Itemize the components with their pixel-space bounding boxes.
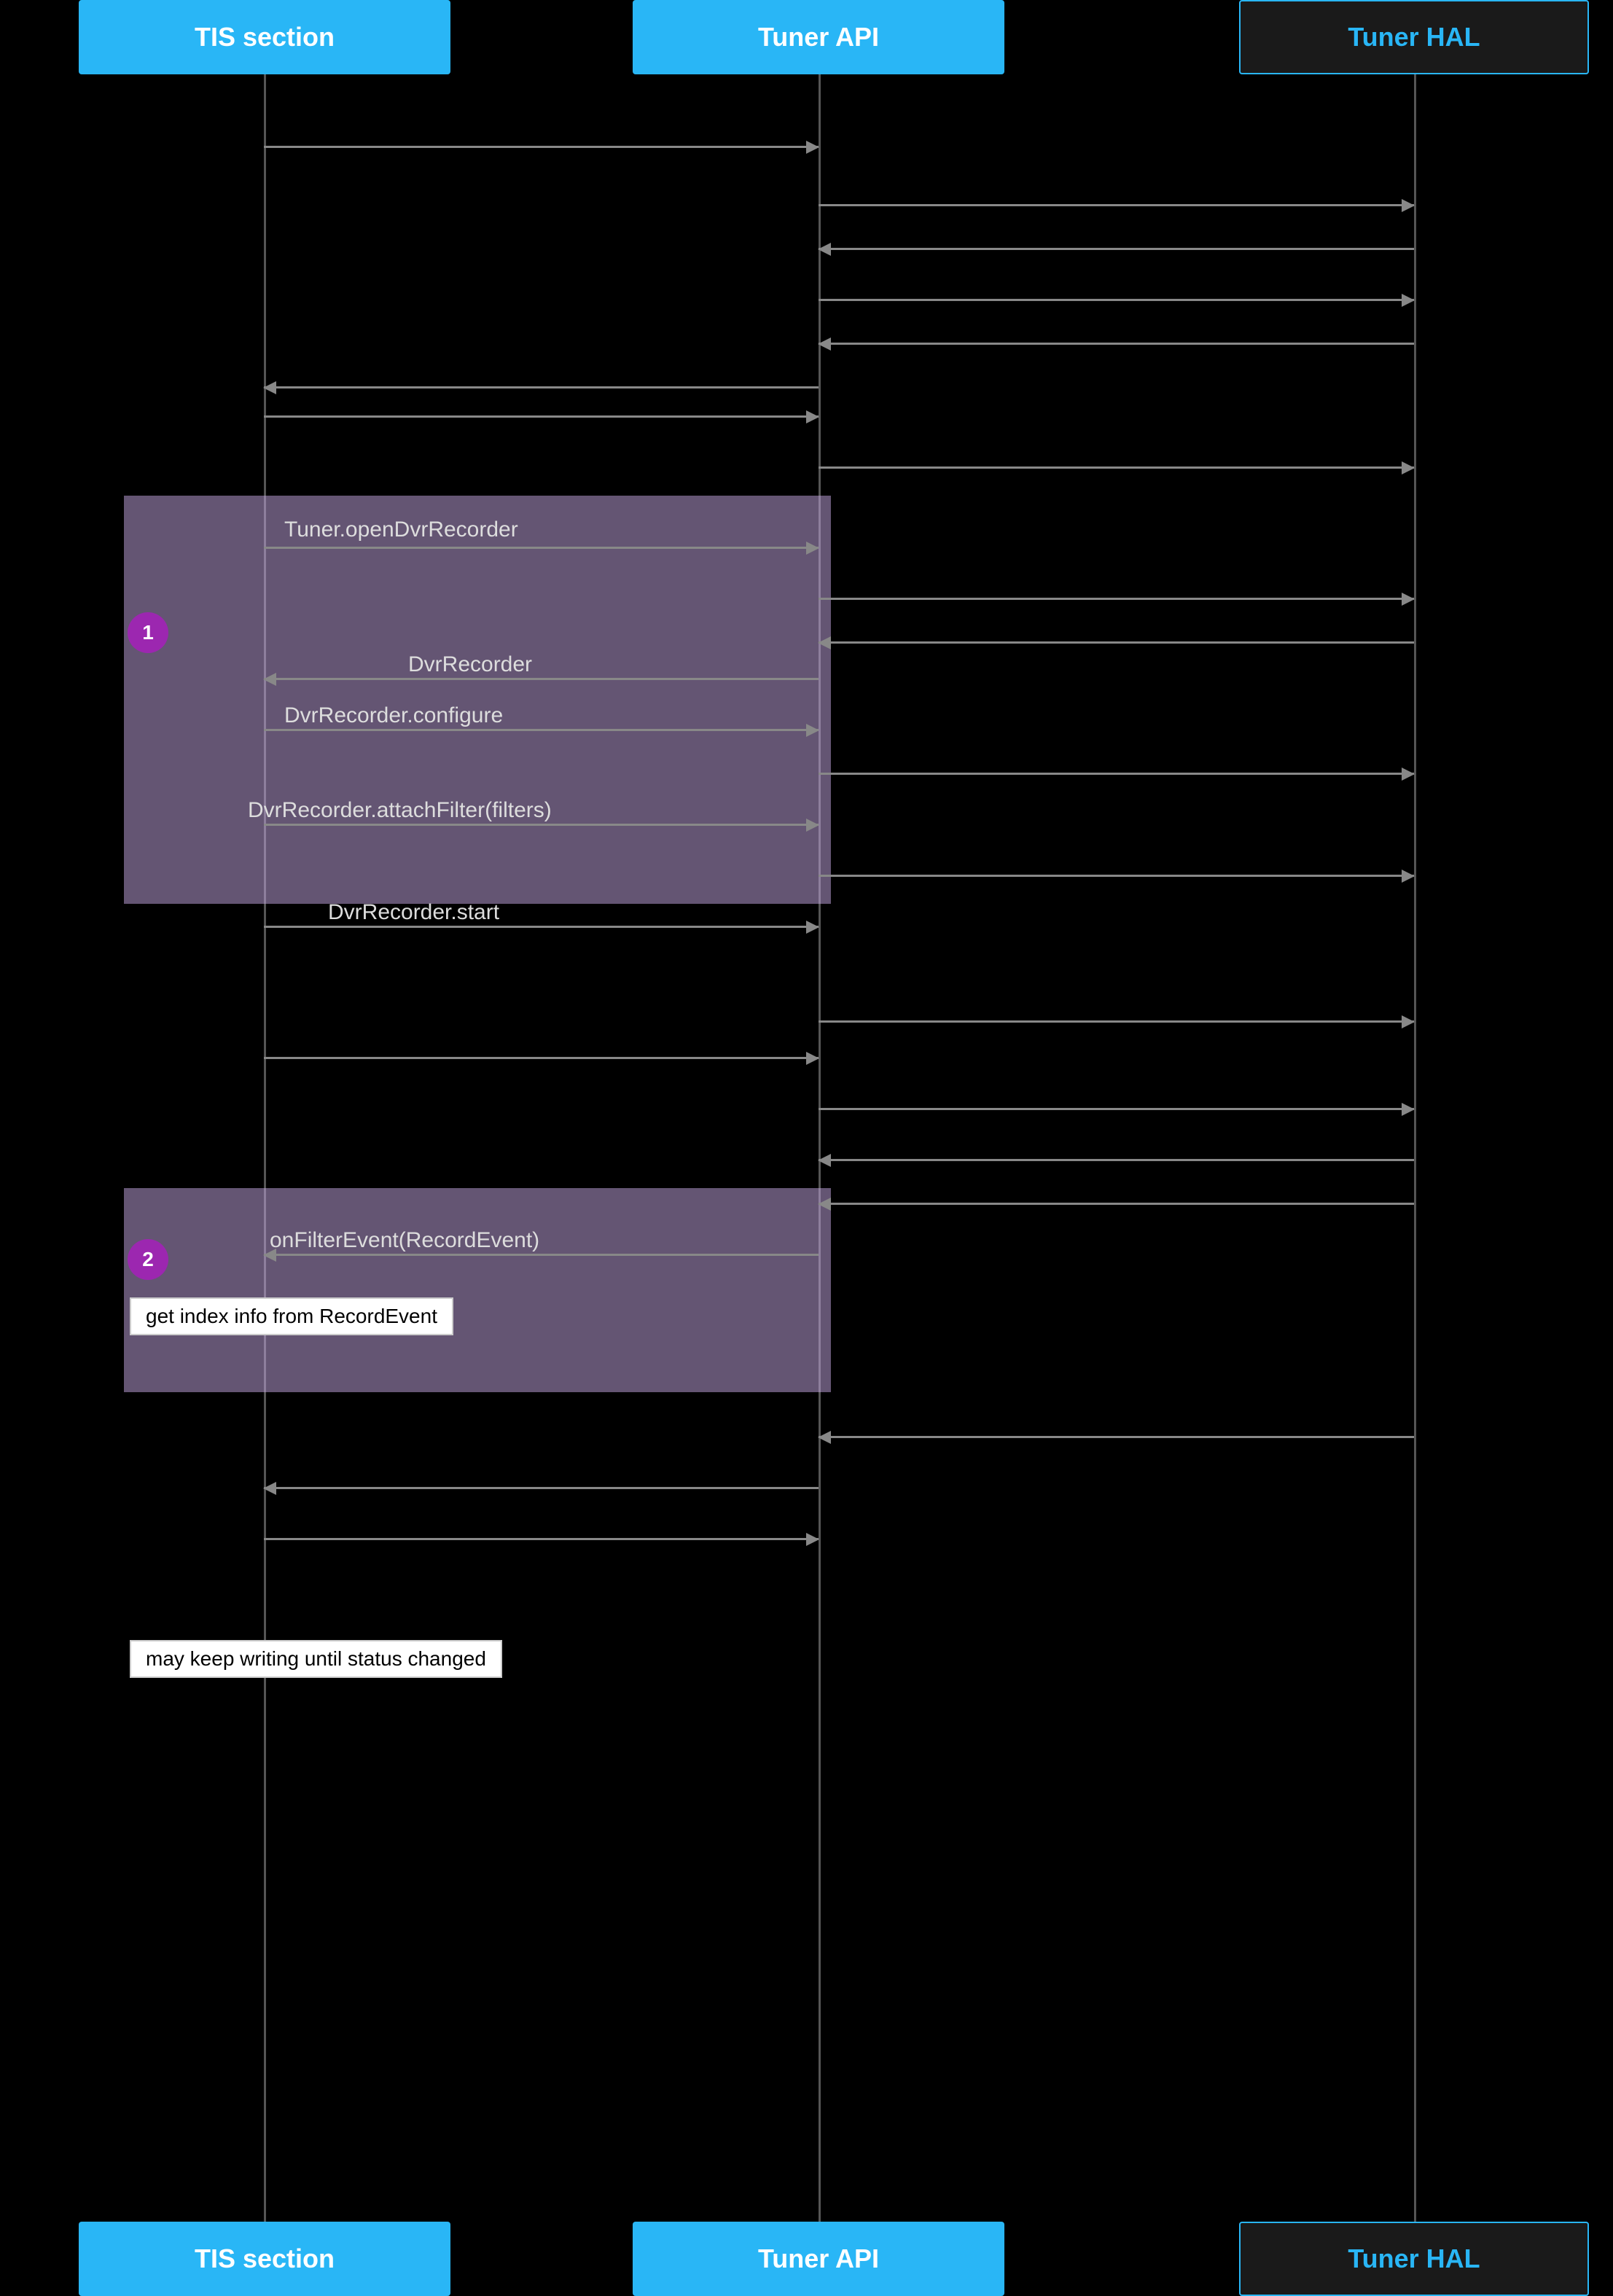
actor-tunerhal-top-label: Tuner HAL <box>1348 22 1480 52</box>
info-box-getIndex-text: get index info from RecordEvent <box>146 1305 437 1327</box>
step-badge-2: 2 <box>128 1239 168 1280</box>
lifeline-tunerapi <box>819 74 821 2222</box>
arrow-plain-11 <box>819 773 1414 775</box>
arrow-plain-5 <box>819 343 1414 345</box>
actor-tunerhal-bottom: Tuner HAL <box>1239 2222 1589 2296</box>
actor-tis-bottom: TIS section <box>79 2222 450 2296</box>
arrow-plain-6 <box>264 386 819 388</box>
step2-label: 2 <box>142 1248 154 1271</box>
label-start: DvrRecorder.start <box>328 900 499 925</box>
sequence-diagram: TIS section Tuner API Tuner HAL 1 Tuner.… <box>0 0 1613 2296</box>
arrow-openDvrRecorder <box>264 547 819 549</box>
arrow-plain-20 <box>264 1538 819 1540</box>
actor-tunerhal-top: Tuner HAL <box>1239 0 1589 74</box>
arrow-plain-4 <box>819 299 1414 301</box>
arrow-plain-3 <box>819 248 1414 250</box>
arrow-plain-7 <box>264 415 819 418</box>
arrow-configure <box>264 729 819 731</box>
arrow-plain-13 <box>819 1020 1414 1023</box>
arrow-plain-8 <box>819 466 1414 469</box>
arrow-plain-17 <box>819 1203 1414 1205</box>
arrow-attachFilter <box>264 824 819 826</box>
arrow-plain-16 <box>819 1159 1414 1161</box>
seq-box-2 <box>124 1188 831 1392</box>
arrow-plain-9 <box>819 598 1414 600</box>
arrow-plain-19 <box>264 1487 819 1489</box>
arrow-plain-10 <box>819 641 1414 644</box>
actor-tunerapi-top-label: Tuner API <box>758 22 879 52</box>
actor-tunerapi-top: Tuner API <box>633 0 1004 74</box>
info-box-getIndex: get index info from RecordEvent <box>130 1297 453 1335</box>
arrow-plain-14 <box>264 1057 819 1059</box>
actor-tis-top-label: TIS section <box>195 22 335 52</box>
step1-label: 1 <box>142 621 154 644</box>
actor-tunerhal-bottom-label: Tuner HAL <box>1348 2244 1480 2274</box>
actor-tis-bottom-label: TIS section <box>195 2244 335 2274</box>
lifeline-tis <box>264 74 266 2222</box>
arrow-plain-2 <box>819 204 1414 206</box>
actor-tunerapi-bottom-label: Tuner API <box>758 2244 879 2274</box>
lifeline-tunerhal <box>1414 74 1416 2222</box>
step-badge-1: 1 <box>128 612 168 653</box>
arrow-DvrRecorder <box>264 678 819 680</box>
info-box-mayKeep-text: may keep writing until status changed <box>146 1647 486 1670</box>
arrow-plain-12 <box>819 875 1414 877</box>
seq-box-1 <box>124 496 831 904</box>
actor-tunerapi-bottom: Tuner API <box>633 2222 1004 2296</box>
actor-tis-top: TIS section <box>79 0 450 74</box>
arrow-plain-18 <box>819 1436 1414 1438</box>
arrow-start <box>264 926 819 928</box>
arrow-onFilterEvent <box>264 1254 819 1256</box>
info-box-mayKeep: may keep writing until status changed <box>130 1640 502 1678</box>
arrow-plain-1 <box>264 146 819 148</box>
arrow-plain-15 <box>819 1108 1414 1110</box>
